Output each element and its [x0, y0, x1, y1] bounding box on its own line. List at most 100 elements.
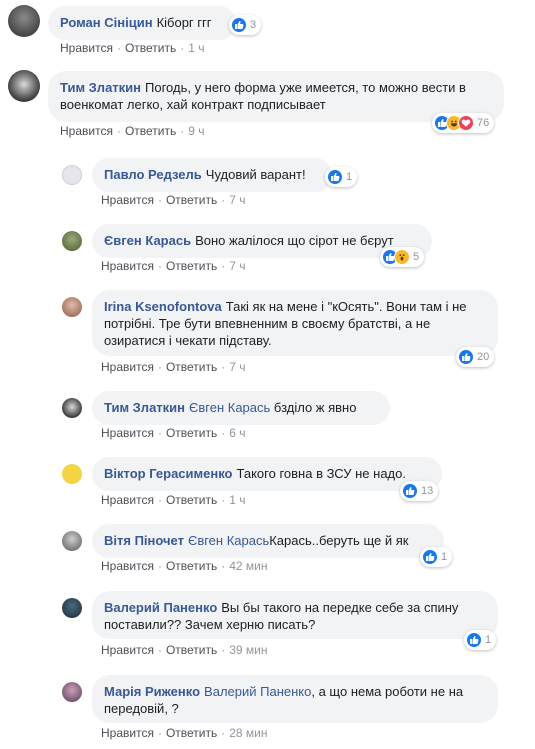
reaction-summary[interactable]: 20: [456, 347, 495, 367]
reaction-count: 76: [477, 117, 490, 129]
comment-author[interactable]: Вітя Піночет: [104, 533, 184, 548]
comment-author[interactable]: Євген Карась: [104, 233, 191, 248]
like-link[interactable]: Нравится: [101, 559, 154, 573]
like-reaction-icon: [402, 483, 418, 499]
comment-bubble: Вітя Піночет Євген КарасьКарась..беруть щ…: [92, 524, 444, 558]
like-link[interactable]: Нравится: [60, 41, 113, 55]
like-link[interactable]: Нравится: [101, 360, 154, 374]
love-reaction-icon: [458, 115, 474, 131]
avatar[interactable]: [62, 165, 82, 185]
comment-author[interactable]: Тим Златкин: [60, 80, 141, 95]
avatar[interactable]: [62, 398, 82, 418]
comment-bubble: Тим Златкин Євген Карась бзділо ж явно: [92, 391, 390, 425]
comment-author[interactable]: Павло Редзель: [104, 167, 202, 182]
comment-bubble: Валерий Паненко Вы бы такого на передке с…: [92, 591, 498, 639]
avatar[interactable]: [62, 682, 82, 702]
comment-bubble: Павло Редзель Чудовий варант!: [92, 158, 332, 192]
comment-actions: Нравится · Ответить · 7 ч: [101, 259, 246, 273]
reaction-count: 1: [441, 551, 448, 563]
comment-author[interactable]: Роман Сініцин: [60, 15, 153, 30]
comment-author[interactable]: Тим Златкин: [104, 400, 185, 415]
comment-bubble: Irina Ksenofontova Такі як на мене і "кОс…: [92, 290, 498, 356]
comment-bubble: Віктор Герасименко Такого говна в ЗСУ не …: [92, 457, 442, 491]
comment-actions: Нравится · Ответить · 6 ч: [101, 426, 246, 440]
reaction-count: 3: [250, 19, 257, 31]
like-reaction-icon: [458, 349, 474, 365]
reply-link[interactable]: Ответить: [166, 259, 217, 273]
comment-text: Карась..беруть ще й як: [269, 533, 409, 548]
comment-author[interactable]: Валерий Паненко: [104, 600, 217, 615]
reply-link[interactable]: Ответить: [166, 493, 217, 507]
reply-link[interactable]: Ответить: [166, 426, 217, 440]
comment-time[interactable]: 39 мин: [229, 643, 267, 657]
wow-reaction-icon: [394, 249, 410, 265]
comment-text: бзділо ж явно: [273, 400, 357, 415]
comment-author[interactable]: Марія Риженко: [104, 684, 200, 699]
reply-link[interactable]: Ответить: [166, 643, 217, 657]
comment-bubble: Роман Сініцин Кіборг ггг: [48, 6, 236, 40]
avatar[interactable]: [62, 297, 82, 317]
reaction-count: 1: [346, 171, 353, 183]
avatar[interactable]: [62, 231, 82, 251]
comment-actions: Нравится · Ответить · 39 мин: [101, 643, 268, 657]
like-link[interactable]: Нравится: [60, 124, 113, 138]
comment-bubble: Марія Риженко Валерий Паненко, а що нема …: [92, 675, 498, 723]
like-link[interactable]: Нравится: [101, 726, 154, 740]
comment-time[interactable]: 6 ч: [229, 426, 245, 440]
comment-time[interactable]: 1 ч: [188, 41, 204, 55]
reaction-summary[interactable]: 3: [229, 15, 262, 35]
like-link[interactable]: Нравится: [101, 426, 154, 440]
reaction-summary[interactable]: 1: [464, 630, 497, 650]
avatar[interactable]: [8, 70, 40, 102]
avatar[interactable]: [62, 531, 82, 551]
comment-text: Такого говна в ЗСУ не надо.: [236, 466, 406, 481]
reaction-summary[interactable]: 76: [432, 113, 495, 133]
comment-time[interactable]: 1 ч: [229, 493, 245, 507]
comment-actions: Нравится · Ответить · 1 ч: [101, 493, 246, 507]
reaction-count: 5: [413, 251, 420, 263]
reaction-count: 20: [477, 351, 490, 363]
comment-actions: Нравится · Ответить · 7 ч: [101, 193, 246, 207]
reply-link[interactable]: Ответить: [125, 41, 176, 55]
comment-time[interactable]: 9 ч: [188, 124, 204, 138]
reaction-count: 1: [485, 634, 492, 646]
comment-time[interactable]: 7 ч: [229, 193, 245, 207]
reaction-count: 13: [421, 485, 434, 497]
comment-text: Кіборг ггг: [156, 15, 212, 30]
comment-actions: Нравится · Ответить · 9 ч: [60, 124, 205, 138]
reaction-summary[interactable]: 1: [325, 167, 358, 187]
like-link[interactable]: Нравится: [101, 259, 154, 273]
comment-time[interactable]: 7 ч: [229, 360, 245, 374]
comment-author[interactable]: Віктор Герасименко: [104, 466, 233, 481]
comment-time[interactable]: 42 мин: [229, 559, 267, 573]
avatar[interactable]: [62, 598, 82, 618]
comment-time[interactable]: 7 ч: [229, 259, 245, 273]
reply-link[interactable]: Ответить: [166, 360, 217, 374]
reply-link[interactable]: Ответить: [166, 726, 217, 740]
comment-actions: Нравится · Ответить · 28 мин: [101, 726, 268, 740]
like-reaction-icon: [327, 169, 343, 185]
avatar[interactable]: [8, 5, 40, 37]
like-reaction-icon: [231, 17, 247, 33]
reply-link[interactable]: Ответить: [166, 559, 217, 573]
reply-link[interactable]: Ответить: [166, 193, 217, 207]
reaction-summary[interactable]: 5: [380, 247, 425, 267]
comment-author[interactable]: Irina Ksenofontova: [104, 299, 222, 314]
like-reaction-icon: [466, 632, 482, 648]
like-link[interactable]: Нравится: [101, 193, 154, 207]
comment-actions: Нравится · Ответить · 1 ч: [60, 41, 205, 55]
like-link[interactable]: Нравится: [101, 493, 154, 507]
comment-actions: Нравится · Ответить · 42 мин: [101, 559, 268, 573]
comment-text: Воно жалілося що сірот не бєрут: [195, 233, 394, 248]
like-link[interactable]: Нравится: [101, 643, 154, 657]
avatar[interactable]: [62, 464, 82, 484]
mention-link[interactable]: Валерий Паненко: [204, 684, 311, 699]
reaction-summary[interactable]: 13: [400, 481, 439, 501]
mention-link[interactable]: Євген Карась: [188, 533, 269, 548]
reaction-summary[interactable]: 1: [420, 547, 453, 567]
mention-link[interactable]: Євген Карась: [189, 400, 270, 415]
like-reaction-icon: [422, 549, 438, 565]
comment-time[interactable]: 28 мин: [229, 726, 267, 740]
reply-link[interactable]: Ответить: [125, 124, 176, 138]
comment-text: Чудовий варант!: [205, 167, 306, 182]
